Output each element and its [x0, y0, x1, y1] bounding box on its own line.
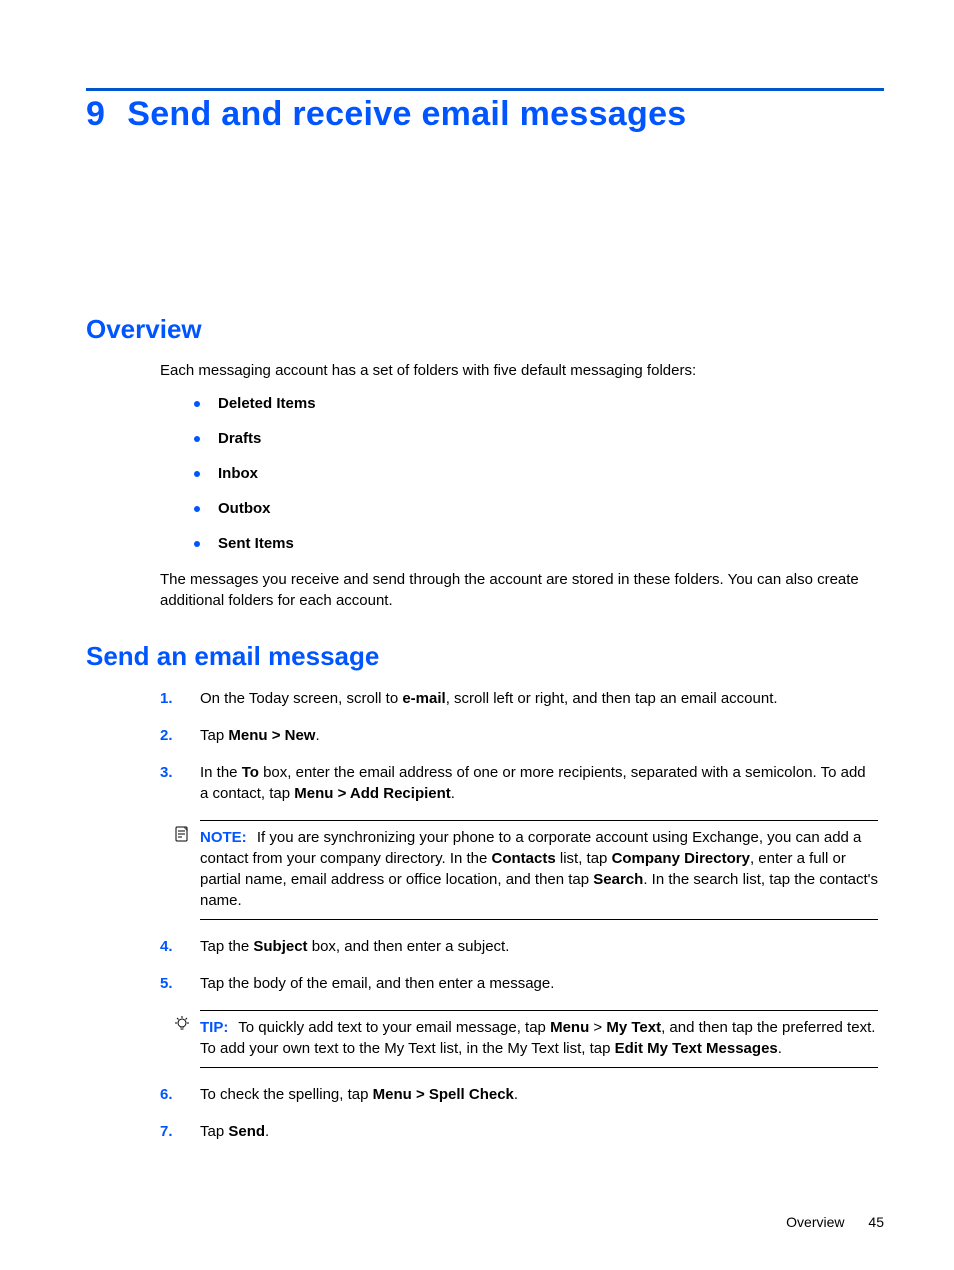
- step-3: 3. In the To box, enter the email addres…: [160, 762, 878, 804]
- section-send-heading: Send an email message: [86, 641, 884, 672]
- step-6: 6. To check the spelling, tap Menu > Spe…: [160, 1084, 878, 1105]
- bold-text: My Text: [606, 1019, 661, 1036]
- tip-callout: TIP: To quickly add text to your email m…: [200, 1010, 878, 1068]
- step-5: 5. Tap the body of the email, and then e…: [160, 973, 878, 994]
- tip-text: To quickly add text to your email messag…: [238, 1019, 550, 1036]
- step-text: box, and then enter a subject.: [308, 938, 510, 955]
- note-text: list, tap: [556, 850, 612, 867]
- step-1: 1. On the Today screen, scroll to e-mail…: [160, 688, 878, 709]
- bold-text: Subject: [253, 938, 307, 955]
- step-text: .: [315, 727, 319, 744]
- overview-outro: The messages you receive and send throug…: [160, 570, 878, 611]
- step-text: Tap: [200, 727, 228, 744]
- bold-text: e-mail: [402, 690, 445, 707]
- note-icon-svg: [173, 825, 191, 843]
- bold-text: Search: [593, 871, 643, 888]
- note-icon: [170, 825, 194, 849]
- chapter-heading: 9 Send and receive email messages: [86, 95, 884, 134]
- step-text: In the: [200, 764, 242, 781]
- step-text: , scroll left or right, and then tap an …: [446, 690, 778, 707]
- list-item: Inbox: [194, 465, 878, 482]
- overview-intro: Each messaging account has a set of fold…: [160, 361, 878, 381]
- step-number: 3.: [160, 762, 173, 783]
- page-footer: Overview 45: [786, 1214, 884, 1230]
- tip-text: .: [778, 1040, 782, 1057]
- bold-text: To: [242, 764, 259, 781]
- tip-label: TIP:: [200, 1019, 228, 1036]
- step-number: 4.: [160, 936, 173, 957]
- step-4: 4. Tap the Subject box, and then enter a…: [160, 936, 878, 957]
- chapter-title-text: Send and receive email messages: [127, 95, 686, 134]
- footer-section: Overview: [786, 1214, 844, 1230]
- step-text: Tap the body of the email, and then ente…: [200, 975, 554, 992]
- chapter-rule: [86, 88, 884, 91]
- section-overview-heading: Overview: [86, 314, 884, 345]
- bold-text: Send: [228, 1123, 265, 1140]
- bold-text: Menu > Add Recipient: [294, 785, 451, 802]
- step-number: 5.: [160, 973, 173, 994]
- note-label: NOTE:: [200, 829, 247, 846]
- folder-list: Deleted Items Drafts Inbox Outbox Sent I…: [160, 395, 878, 552]
- step-7: 7. Tap Send.: [160, 1121, 878, 1142]
- bold-text: Menu > New: [228, 727, 315, 744]
- bold-text: Menu > Spell Check: [373, 1086, 514, 1103]
- step-text: To check the spelling, tap: [200, 1086, 373, 1103]
- send-content: 1. On the Today screen, scroll to e-mail…: [86, 688, 884, 1142]
- step-text: Tap: [200, 1123, 228, 1140]
- step-text: Tap the: [200, 938, 253, 955]
- tip-icon-svg: [173, 1015, 191, 1033]
- chapter-number: 9: [86, 95, 105, 134]
- step-text: .: [265, 1123, 269, 1140]
- list-item: Deleted Items: [194, 395, 878, 412]
- bold-text: Contacts: [492, 850, 556, 867]
- footer-page-number: 45: [868, 1214, 884, 1230]
- note-callout: NOTE: If you are synchronizing your phon…: [200, 820, 878, 920]
- bold-text: Menu: [550, 1019, 589, 1036]
- step-2: 2. Tap Menu > New.: [160, 725, 878, 746]
- steps-list: 1. On the Today screen, scroll to e-mail…: [160, 688, 878, 1142]
- step-text: .: [514, 1086, 518, 1103]
- page-container: 9 Send and receive email messages Overvi…: [0, 0, 954, 1270]
- step-number: 1.: [160, 688, 173, 709]
- step-number: 2.: [160, 725, 173, 746]
- list-item: Sent Items: [194, 535, 878, 552]
- bold-text: Company Directory: [612, 850, 750, 867]
- step-text: .: [451, 785, 455, 802]
- step-number: 7.: [160, 1121, 173, 1142]
- tip-text: >: [589, 1019, 606, 1036]
- overview-content: Each messaging account has a set of fold…: [86, 361, 884, 611]
- step-number: 6.: [160, 1084, 173, 1105]
- list-item: Outbox: [194, 500, 878, 517]
- tip-icon: [170, 1015, 194, 1039]
- step-text: On the Today screen, scroll to: [200, 690, 402, 707]
- list-item: Drafts: [194, 430, 878, 447]
- bold-text: Edit My Text Messages: [615, 1040, 778, 1057]
